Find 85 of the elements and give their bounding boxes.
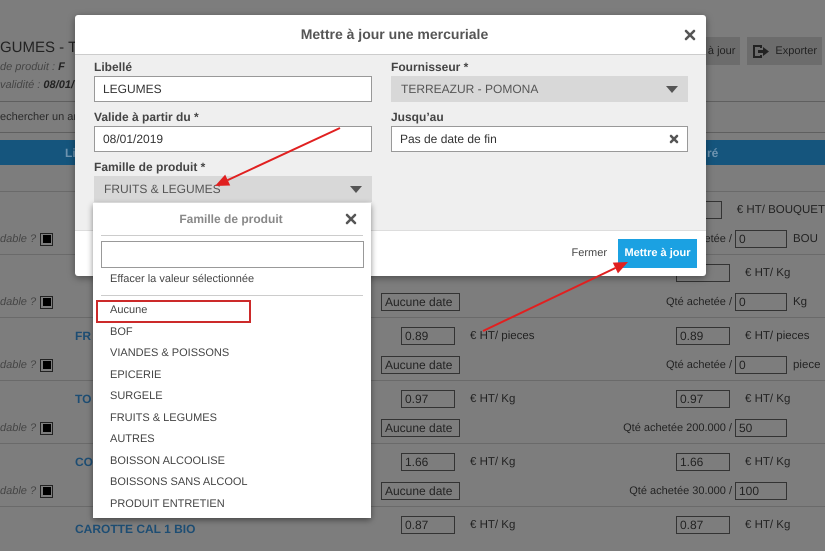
dropdown-option[interactable]: SURGELE bbox=[93, 386, 371, 408]
unit-text: € HT/ Kg bbox=[745, 519, 790, 532]
quantity-label: Qté achetée / bbox=[666, 358, 732, 371]
unit-text: € HT/ Kg bbox=[470, 456, 516, 468]
field-label: Jusqu’au bbox=[391, 110, 445, 124]
date-field[interactable]: Aucune date bbox=[381, 293, 460, 311]
dropdown-option[interactable]: FRUITS & LEGUMES bbox=[93, 408, 371, 429]
orderable-label: dable ? bbox=[0, 358, 38, 373]
product-name[interactable]: FR bbox=[75, 329, 91, 343]
quantity-label: Qté achetée 30.000 / bbox=[629, 484, 732, 497]
checkbox[interactable] bbox=[40, 232, 53, 246]
dropdown-option[interactable]: BOISSONS SANS ALCOOL bbox=[93, 472, 371, 494]
select-field[interactable]: FRUITS & LEGUMES bbox=[94, 176, 372, 202]
validity-text: validité : 08/01/ bbox=[0, 78, 74, 93]
date-field[interactable]: Aucune date bbox=[381, 419, 460, 437]
product-family-text: de produit : F bbox=[0, 60, 65, 75]
unit-text: € HT/ pieces bbox=[745, 330, 810, 342]
unit-text: € HT/ Kg bbox=[745, 393, 790, 406]
price-field[interactable]: 0.97 bbox=[676, 390, 730, 408]
quantity-field[interactable]: 0 bbox=[735, 293, 787, 311]
orderable-label: dable ? bbox=[0, 294, 38, 310]
column-header: Li bbox=[65, 144, 77, 162]
search-field[interactable] bbox=[101, 241, 364, 268]
checkbox[interactable] bbox=[40, 484, 53, 498]
price-field[interactable]: 1.66 bbox=[676, 453, 730, 471]
price-field[interactable]: 0.87 bbox=[676, 516, 730, 534]
caret-icon bbox=[350, 186, 362, 192]
orderable-label: dable ? bbox=[0, 420, 38, 436]
quantity-field[interactable]: 0 bbox=[735, 356, 787, 374]
dropdown-title: Famille de produit bbox=[178, 211, 284, 228]
quantity-label: Qté achetée 200.000 / bbox=[623, 422, 732, 434]
caret-icon bbox=[666, 86, 678, 92]
dropdown-option[interactable]: BOF bbox=[93, 322, 371, 343]
field-label: Fournisseur * bbox=[391, 60, 470, 74]
unit-text: € HT/ BOUQUET bbox=[736, 204, 825, 216]
quantity-label: Qté achetée / bbox=[666, 296, 732, 308]
unit-text: € HT/ Kg bbox=[745, 456, 790, 468]
select-field[interactable]: TERREAZUR - POMONA bbox=[391, 76, 688, 102]
price-field[interactable]: 1.66 bbox=[401, 453, 455, 471]
field-label: Libellé bbox=[94, 60, 134, 74]
close-icon[interactable] bbox=[345, 213, 357, 225]
dropdown-option[interactable]: BOISSON ALCOOLISE bbox=[93, 450, 371, 472]
checkbox[interactable] bbox=[40, 422, 53, 434]
column-header: ré bbox=[707, 144, 718, 162]
close-icon[interactable] bbox=[684, 28, 696, 40]
dropdown-option[interactable]: AUTRES bbox=[93, 429, 371, 450]
dialog-title: Mettre à jour une mercuriale bbox=[300, 25, 490, 44]
product-name[interactable]: TO bbox=[75, 392, 92, 406]
export-icon bbox=[752, 44, 770, 58]
price-field[interactable]: 0.89 bbox=[401, 327, 455, 345]
export-button[interactable]: Exporter bbox=[747, 37, 822, 65]
close-link[interactable]: Fermer bbox=[572, 245, 607, 262]
unit-text: BOU bbox=[793, 233, 818, 246]
unit-text: € HT/ Kg bbox=[470, 393, 516, 406]
clear-selection-link[interactable]: Effacer la valeur sélectionnée bbox=[93, 268, 371, 288]
field-label: Famille de produit * bbox=[94, 160, 206, 174]
date-field[interactable]: Aucune date bbox=[381, 356, 460, 374]
quantity-field[interactable]: 50 bbox=[735, 419, 787, 437]
dropdown-option[interactable]: VIANDES & POISSONS bbox=[93, 343, 371, 364]
quantity-field[interactable]: 0 bbox=[735, 230, 787, 248]
date-field[interactable]: Aucune date bbox=[381, 482, 460, 500]
clear-icon[interactable] bbox=[669, 134, 679, 144]
text-field[interactable]: LEGUMES bbox=[94, 76, 372, 102]
dropdown-option[interactable]: Aucune bbox=[93, 300, 371, 322]
unit-text: piece bbox=[793, 359, 820, 372]
price-field[interactable]: 0.97 bbox=[401, 390, 455, 408]
checkbox[interactable] bbox=[40, 296, 53, 308]
dropdown-option[interactable]: PRODUIT ENTRETIEN bbox=[93, 494, 371, 515]
product-name[interactable]: CAROTTE CAL 1 BIO bbox=[75, 522, 196, 536]
field-label: Valide à partir du * bbox=[94, 110, 200, 124]
unit-text: € HT/ pieces bbox=[470, 330, 535, 342]
unit-text: Kg bbox=[793, 296, 808, 308]
orderable-label: dable ? bbox=[0, 232, 38, 247]
text-field[interactable]: 08/01/2019 bbox=[94, 126, 372, 152]
product-name[interactable]: CO bbox=[75, 455, 93, 469]
orderable-label: dable ? bbox=[0, 484, 38, 499]
date-field[interactable]: Pas de date de fin bbox=[391, 126, 688, 152]
dropdown-option[interactable]: EPICERIE bbox=[93, 364, 371, 386]
unit-text: € HT/ Kg bbox=[745, 267, 790, 280]
unit-text: € HT/ Kg bbox=[470, 519, 516, 532]
quantity-field[interactable]: 100 bbox=[735, 482, 787, 500]
price-field[interactable]: 0.87 bbox=[401, 516, 455, 534]
checkbox[interactable] bbox=[40, 358, 53, 372]
price-field[interactable]: 0.89 bbox=[676, 327, 730, 345]
update-button[interactable]: Mettre à jour bbox=[618, 239, 697, 268]
